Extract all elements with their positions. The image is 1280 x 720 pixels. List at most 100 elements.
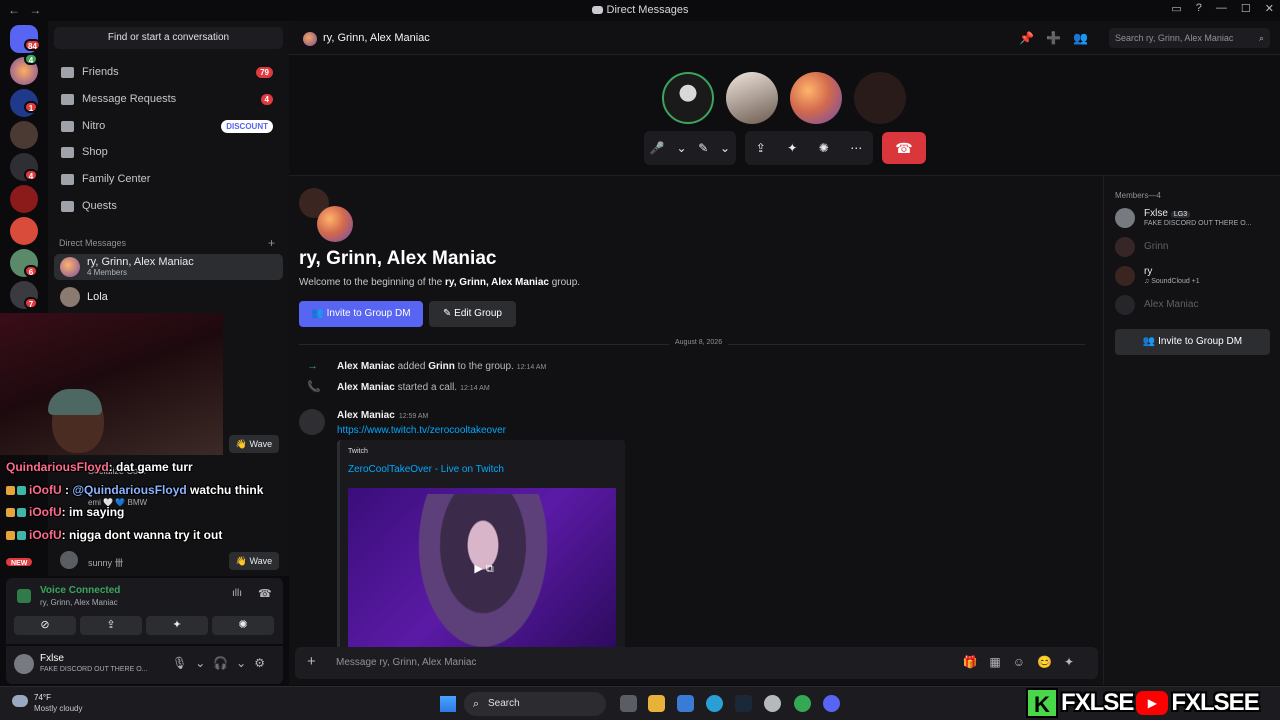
stream-branding: K FXLSE ▶ FXLSEE bbox=[1026, 686, 1280, 720]
sys-actor[interactable]: Alex Maniac bbox=[337, 361, 395, 372]
voice-status[interactable]: Voice Connected bbox=[40, 585, 120, 596]
camera-off-button[interactable]: ⊘ bbox=[14, 616, 76, 635]
dm-item-group[interactable]: ry, Grinn, Alex Maniac 4 Members bbox=[54, 254, 283, 280]
edge-icon[interactable] bbox=[706, 695, 723, 712]
embed-title[interactable]: ZeroCoolTakeOver - Live on Twitch bbox=[348, 464, 504, 475]
wave-button[interactable]: 👋 Wave bbox=[229, 435, 279, 453]
message-author[interactable]: Alex Maniac bbox=[337, 410, 395, 421]
server-badge: 6 bbox=[24, 265, 38, 277]
user-status: FAKE DISCORD OUT THERE O... bbox=[40, 666, 148, 673]
invite-to-group-button[interactable]: 👥 Invite to Group DM bbox=[299, 301, 423, 327]
dm-item-lola[interactable]: Lola bbox=[54, 284, 283, 310]
app-icon[interactable] bbox=[764, 695, 781, 712]
message-header: Alex Maniac 12:59 AM bbox=[337, 410, 428, 421]
weather-desc: Mostly cloudy bbox=[34, 704, 83, 713]
chrome-icon[interactable] bbox=[794, 695, 811, 712]
call-participant-avatar[interactable] bbox=[662, 72, 714, 124]
microphone-icon[interactable]: 🎤 bbox=[650, 141, 665, 155]
search-placeholder: Search ry, Grinn, Alex Maniac bbox=[1115, 33, 1234, 43]
more-icon[interactable]: ⋯ bbox=[850, 141, 862, 155]
member-row[interactable]: Fxlse LG3 FAKE DISCORD OUT THERE O... bbox=[1115, 206, 1275, 230]
maximize-button[interactable]: ☐ bbox=[1241, 2, 1251, 15]
members-header: Members—4 bbox=[1115, 191, 1161, 200]
call-participant-avatar[interactable] bbox=[726, 72, 778, 124]
chat-line: QuindariousFloyd: dat game turr bbox=[6, 460, 193, 474]
group-icon bbox=[299, 188, 353, 242]
chevron-down-icon[interactable]: ⌄ bbox=[720, 141, 730, 155]
edit-group-button[interactable]: ✎ Edit Group bbox=[429, 301, 516, 327]
server-icon[interactable] bbox=[10, 121, 38, 149]
member-status: ♫ SoundCloud +1 bbox=[1144, 278, 1200, 285]
help-icon[interactable]: ? bbox=[1196, 2, 1202, 15]
member-name: Alex Maniac bbox=[1144, 299, 1199, 310]
inbox-icon[interactable]: ▭ bbox=[1171, 2, 1181, 15]
search-input[interactable]: Search ry, Grinn, Alex Maniac ⌕ bbox=[1109, 28, 1270, 48]
friends-count-badge: 79 bbox=[256, 66, 273, 78]
nav-quests[interactable]: Quests bbox=[54, 193, 283, 219]
soundboard-icon[interactable]: ✺ bbox=[819, 141, 829, 155]
member-avatar bbox=[1115, 266, 1135, 286]
task-view-icon[interactable] bbox=[620, 695, 637, 712]
sys-actor[interactable]: Alex Maniac bbox=[337, 382, 395, 393]
nav-friends[interactable]: Friends 79 bbox=[54, 59, 283, 85]
nitro-icon bbox=[61, 120, 74, 132]
message-composer: + Message ry, Grinn, Alex Maniac 🎁▦☺😊✦ bbox=[295, 647, 1098, 679]
nav-message-requests[interactable]: Message Requests 4 bbox=[54, 86, 283, 112]
nav-shop[interactable]: Shop bbox=[54, 139, 283, 165]
welcome-intro: Welcome to the beginning of the ry, Grin… bbox=[299, 277, 580, 288]
shop-icon bbox=[61, 146, 74, 158]
sys-time: 12:14 AM bbox=[516, 364, 547, 371]
wave-button[interactable]: 👋 Wave bbox=[229, 552, 279, 570]
message-link[interactable]: https://www.twitch.tv/zerocooltakeover bbox=[337, 425, 506, 436]
disconnect-icon[interactable]: ☎ bbox=[258, 587, 272, 600]
user-avatar[interactable] bbox=[14, 654, 34, 674]
soundboard-button[interactable]: ✺ bbox=[212, 616, 274, 635]
voice-channel[interactable]: ry, Grinn, Alex Maniac bbox=[40, 598, 118, 607]
camera-off-icon[interactable]: ✎ bbox=[698, 141, 708, 155]
taskbar-search[interactable]: ⌕ Search bbox=[464, 692, 606, 716]
chat-user: iOofU bbox=[29, 505, 62, 519]
create-dm-icon[interactable]: + bbox=[268, 236, 275, 250]
invite-to-group-button[interactable]: 👥 Invite to Group DM bbox=[1115, 329, 1270, 355]
sys-target[interactable]: Grinn bbox=[428, 361, 455, 372]
member-status: FAKE DISCORD OUT THERE O... bbox=[1144, 220, 1252, 227]
chevron-down-icon[interactable]: ⌄ bbox=[677, 141, 687, 155]
attach-plus-icon[interactable]: + bbox=[307, 653, 316, 670]
minimize-button[interactable]: — bbox=[1216, 2, 1227, 15]
steam-icon[interactable] bbox=[735, 695, 752, 712]
member-row[interactable]: Grinn bbox=[1115, 235, 1275, 259]
nav-nitro[interactable]: Nitro DISCOUNT bbox=[54, 113, 283, 139]
screen-share-button[interactable]: ⇪ bbox=[80, 616, 142, 635]
file-explorer-icon[interactable] bbox=[648, 695, 665, 712]
user-controls[interactable]: 🎙⌄🎧⌄⚙ bbox=[172, 656, 273, 670]
youtube-handle: FXLSEE bbox=[1171, 689, 1259, 716]
store-icon[interactable] bbox=[677, 695, 694, 712]
discord-taskbar-icon[interactable] bbox=[823, 695, 840, 712]
header-icons[interactable]: 📌➕👥 bbox=[1019, 31, 1100, 45]
close-button[interactable]: ✕ bbox=[1265, 2, 1274, 15]
message-input[interactable]: Message ry, Grinn, Alex Maniac bbox=[336, 657, 476, 668]
server-icon[interactable] bbox=[10, 217, 38, 245]
screen-share-icon[interactable]: ⇪ bbox=[756, 141, 766, 155]
embed-thumbnail[interactable]: ▶ ⧉ bbox=[348, 488, 616, 650]
message-author-avatar[interactable] bbox=[299, 409, 325, 435]
channel-header: ry, Grinn, Alex Maniac 📌➕👥 Search ry, Gr… bbox=[289, 21, 1280, 55]
find-conversation-button[interactable]: Find or start a conversation bbox=[54, 27, 283, 49]
noise-suppression-icon[interactable]: ıllı bbox=[232, 588, 242, 599]
message-time: 12:59 AM bbox=[398, 413, 429, 420]
member-row[interactable]: Alex Maniac bbox=[1115, 293, 1275, 317]
hang-up-button[interactable]: ☎ bbox=[882, 132, 926, 164]
composer-icons[interactable]: 🎁▦☺😊✦ bbox=[962, 655, 1086, 669]
welcome-title: ry, Grinn, Alex Maniac bbox=[299, 248, 497, 269]
call-participant-avatar[interactable] bbox=[790, 72, 842, 124]
start-button[interactable] bbox=[440, 696, 456, 712]
activity-icon[interactable]: ✦ bbox=[787, 141, 797, 155]
member-row[interactable]: ry ♫ SoundCloud +1 bbox=[1115, 264, 1275, 288]
activity-button[interactable]: ✦ bbox=[146, 616, 208, 635]
intro-pre: Welcome to the beginning of the bbox=[299, 277, 446, 288]
call-area: 🎤 ⌄ ✎ ⌄ ⇪ ✦ ✺ ⋯ ☎ bbox=[289, 56, 1280, 176]
call-participant-avatar[interactable] bbox=[854, 72, 906, 124]
nav-family-center[interactable]: Family Center bbox=[54, 166, 283, 192]
server-icon[interactable] bbox=[10, 185, 38, 213]
play-icon[interactable]: ▶ ⧉ bbox=[468, 562, 500, 578]
